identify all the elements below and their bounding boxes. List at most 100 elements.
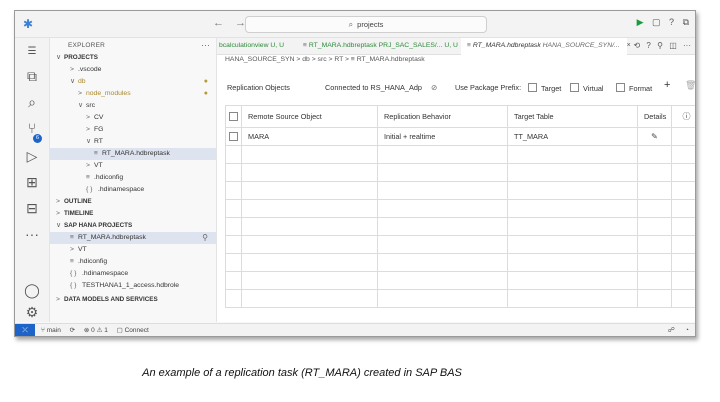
tree-item[interactable]: ≡ .hdiconfig — [50, 256, 216, 268]
empty-cell — [241, 217, 378, 236]
target-checkbox[interactable]: Target — [528, 83, 561, 93]
help-icon[interactable]: ? — [669, 17, 674, 27]
tree-item[interactable]: { } .hdinamespace — [50, 184, 216, 196]
virtual-label: Virtual — [583, 84, 604, 93]
remote-indicator-icon[interactable]: ⤫ — [15, 324, 35, 336]
col-details[interactable]: Details — [637, 105, 672, 128]
breadcrumb[interactable]: HANA_SOURCE_SYN > db > src > RT > ≡ RT_M… — [225, 56, 425, 63]
empty-cell — [637, 199, 672, 218]
col-target-table[interactable]: Target Table — [507, 105, 638, 128]
tree-item[interactable]: ≡ RT_MARA.hdbreptask ⚲ — [50, 232, 216, 244]
search-icon[interactable]: ⌕ — [23, 94, 41, 111]
branch-indicator[interactable]: ⑂ main ⟳ — [41, 327, 75, 334]
editor-area: bcalculationview U, U ≡ RT_MARA.hdbrepta… — [217, 38, 695, 322]
tree-item-label: TESTHANA1_1_access.hdbrole — [82, 282, 180, 289]
empty-cell — [671, 127, 695, 146]
tree-item[interactable]: { } .hdinamespace — [50, 268, 216, 280]
tree-item-label: db — [78, 78, 86, 85]
empty-cell — [377, 253, 508, 272]
empty-cell — [637, 253, 672, 272]
layout-icon[interactable]: ▢ — [652, 17, 661, 27]
section-header[interactable]: > TIMELINE — [50, 208, 216, 220]
tree-item[interactable]: > CV — [50, 112, 216, 124]
tab-rt-mara-prj-sac[interactable]: ≡ RT_MARA.hdbreptask PRJ_SAC_SALES/... U… — [303, 38, 458, 54]
empty-cell — [377, 271, 508, 290]
tree-item[interactable]: ≡ .hdiconfig — [50, 172, 216, 184]
run-debug-icon[interactable]: ▷ — [23, 148, 41, 165]
format-checkbox[interactable]: Format — [616, 83, 652, 93]
window-icon[interactable]: ⧉ — [683, 17, 689, 27]
delete-icon[interactable]: 🗑 — [685, 80, 695, 91]
section-header[interactable]: > DATA MODELS AND SERVICES — [50, 294, 216, 306]
tree-item[interactable]: ≡ RT_MARA.hdbreptask — [50, 148, 216, 160]
empty-cell — [671, 163, 695, 182]
section-header[interactable]: > OUTLINE — [50, 196, 216, 208]
tree-item[interactable]: { } TESTHANA1_1_access.hdbrole — [50, 280, 216, 292]
explorer-icon[interactable]: ⧉ — [23, 68, 41, 85]
history-icon[interactable]: ⟲ — [633, 41, 640, 50]
info-icon[interactable]: ⓘ — [671, 105, 695, 128]
col-remote-source-object[interactable]: Remote Source Object — [241, 105, 378, 128]
tree-item[interactable]: ∨ RT — [50, 136, 216, 148]
sap-hana-icon[interactable]: ⊟ — [23, 200, 41, 217]
col-replication-behavior[interactable]: Replication Behavior — [377, 105, 508, 128]
notifications-icon[interactable]: ◔ — [685, 327, 689, 334]
pin-icon[interactable]: ⚲ — [657, 41, 663, 50]
tab-rt-mara-active[interactable]: ≡ RT_MARA.hdbreptask HANA_SOURCE_SYN/...… — [461, 38, 631, 55]
tree-item-label: .vscode — [78, 66, 102, 73]
tab-label: RT_MARA.hdbreptask — [308, 42, 377, 49]
tab-calculationview[interactable]: bcalculationview U, U — [217, 38, 299, 54]
tree-item-label: RT_MARA.hdbreptask — [78, 234, 146, 241]
tree-item[interactable]: > VT — [50, 244, 216, 256]
extensions-icon[interactable]: ⊞ — [23, 174, 41, 191]
connection-edit-icon[interactable]: ⊘ — [431, 83, 437, 92]
feedback-icon[interactable]: ☍ — [668, 327, 675, 334]
connect-indicator[interactable]: ▢ Connect — [117, 327, 156, 334]
tree-item[interactable]: > node_modules ● — [50, 88, 216, 100]
tree-item[interactable]: > .vscode — [50, 64, 216, 76]
split-editor-icon[interactable]: ◫ — [669, 41, 677, 50]
pin-icon[interactable]: ⚲ — [202, 232, 208, 244]
tree-item[interactable]: ∨ db ● — [50, 76, 216, 88]
account-icon[interactable]: ◯ — [23, 282, 41, 299]
settings-gear-icon[interactable]: ⚙ — [23, 304, 41, 321]
empty-cell — [671, 145, 695, 164]
empty-cell — [225, 253, 242, 272]
empty-cell — [377, 217, 508, 236]
tab-label: bcalculationview — [219, 42, 269, 49]
empty-cell — [637, 145, 672, 164]
virtual-checkbox[interactable]: Virtual — [570, 83, 604, 93]
more-actions-icon[interactable]: ··· — [201, 40, 210, 50]
select-all-cell[interactable] — [225, 105, 242, 128]
target-table-cell[interactable]: TT_MARA — [507, 127, 638, 146]
more-icon[interactable]: ··· — [23, 226, 41, 242]
select-all-checkbox[interactable] — [229, 111, 238, 121]
edit-details-icon[interactable]: ✎ — [637, 127, 672, 146]
remote-source-object-cell[interactable]: MARA — [241, 127, 378, 146]
tree-item-label: RT_MARA.hdbreptask — [102, 150, 170, 157]
bas-logo-icon: ✱ — [23, 17, 34, 31]
table-row-empty — [225, 163, 695, 182]
table-row-empty — [225, 253, 695, 272]
section-header[interactable]: ∨ SAP HANA PROJECTS — [50, 220, 216, 232]
more-actions-icon[interactable]: ··· — [683, 41, 691, 50]
run-icon[interactable]: ▶ — [637, 17, 644, 27]
empty-cell — [507, 271, 638, 290]
checkbox-box — [616, 83, 625, 92]
row-checkbox[interactable] — [229, 131, 238, 141]
menu-icon[interactable]: ☰ — [23, 46, 41, 57]
replication-behavior-cell[interactable]: Initial + realtime — [377, 127, 508, 146]
tree-item-label: VT — [94, 162, 103, 169]
command-center-search[interactable]: ⌕ projects — [245, 16, 487, 33]
empty-cell — [225, 145, 242, 164]
empty-cell — [241, 253, 378, 272]
add-object-button[interactable]: + — [664, 79, 670, 91]
help-icon[interactable]: ? — [646, 41, 650, 50]
tree-item[interactable]: ∨ src — [50, 100, 216, 112]
section-header[interactable]: ∨ PROJECTS — [50, 52, 216, 64]
tree-item[interactable]: > FG — [50, 124, 216, 136]
tree-item[interactable]: > VT — [50, 160, 216, 172]
problems-indicator[interactable]: ⊗ 0 ⚠ 1 — [84, 327, 108, 334]
table-row[interactable]: MARA Initial + realtime TT_MARA ✎ — [225, 127, 695, 146]
row-select-cell[interactable] — [225, 127, 242, 146]
